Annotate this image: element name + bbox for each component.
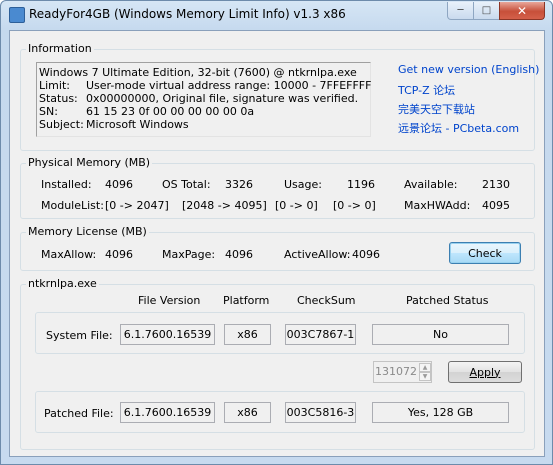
memory-license-label: Memory License (MB) [26, 225, 149, 238]
installed-label: Installed: [41, 178, 92, 191]
system-file-platform-field: x86 [224, 324, 271, 345]
system-file-label: System File: [46, 329, 113, 342]
minimize-button[interactable]: ─ [447, 2, 474, 20]
size-spinner-value: 131072 [375, 365, 417, 378]
patched-file-checksum-field: 003C5816-3 [285, 402, 356, 423]
patched-file-status-field: Yes, 128 GB [372, 402, 509, 423]
installed-value: 4096 [105, 178, 133, 191]
subject-value: Microsoft Windows [86, 118, 189, 131]
modulelist-range-2: [2048 -> 4095] [182, 199, 267, 212]
modulelist-range-4: [0 -> 0] [333, 199, 376, 212]
information-label: Information [26, 42, 94, 55]
activeallow-value: 4096 [352, 248, 380, 261]
pcbeta-link[interactable]: 远景论坛 - PCbeta.com [398, 120, 519, 136]
maxallow-value: 4096 [105, 248, 133, 261]
physical-memory-label: Physical Memory (MB) [26, 156, 153, 169]
close-button[interactable]: ✕ [499, 2, 545, 20]
apply-button[interactable]: Apply [448, 361, 522, 383]
system-file-version-field: 6.1.7600.16539 [120, 324, 215, 345]
limit-value: User-mode virtual address range: 10000 -… [86, 79, 372, 92]
information-box: Windows 7 Ultimate Edition, 32-bit (7600… [36, 62, 371, 137]
modulelist-range-1: [0 -> 2047] [105, 199, 169, 212]
check-button[interactable]: Check [449, 242, 521, 264]
title-bar[interactable]: ReadyFor4GB (Windows Memory Limit Info) … [1, 1, 552, 29]
window-title: ReadyFor4GB (Windows Memory Limit Info) … [29, 7, 346, 21]
download-site-link[interactable]: 完美天空下载站 [398, 101, 475, 117]
usage-value: 1196 [347, 178, 375, 191]
spin-down-arrow-icon[interactable]: ▼ [419, 372, 431, 381]
file-group-label: ntkrnlpa.exe [26, 277, 99, 290]
header-file-version: File Version [138, 294, 201, 307]
client-area: Information Windows 7 Ultimate Edition, … [9, 30, 545, 457]
get-new-version-link[interactable]: Get new version (English) [398, 63, 539, 76]
ostotal-label: OS Total: [162, 178, 211, 191]
maxallow-label: MaxAllow: [41, 248, 97, 261]
header-platform: Platform [223, 294, 270, 307]
sn-key: SN: [39, 105, 58, 118]
ostotal-value: 3326 [225, 178, 253, 191]
usage-label: Usage: [284, 178, 322, 191]
patched-file-platform-field: x86 [224, 402, 271, 423]
maxpage-value: 4096 [225, 248, 253, 261]
modulelist-range-3: [0 -> 0] [275, 199, 318, 212]
sn-value: 61 15 23 0f 00 00 00 00 00 0a [86, 105, 255, 118]
tcpz-forum-link[interactable]: TCP-Z 论坛 [398, 82, 455, 98]
header-checksum: CheckSum [297, 294, 356, 307]
maxhwadd-label: MaxHWAdd: [404, 199, 471, 212]
patched-file-label: Patched File: [44, 407, 114, 420]
activeallow-label: ActiveAllow: [284, 248, 351, 261]
status-key: Status: [39, 92, 78, 105]
maximize-button[interactable]: □ [473, 2, 500, 20]
status-value: 0x00000000, Original file, signature was… [86, 92, 359, 105]
maxpage-label: MaxPage: [162, 248, 216, 261]
system-file-status-field: No [372, 324, 509, 345]
spin-up-arrow-icon[interactable]: ▲ [419, 363, 431, 372]
app-icon [9, 7, 25, 23]
modulelist-label: ModuleList: [41, 199, 104, 212]
available-label: Available: [404, 178, 458, 191]
apply-button-label: Apply [469, 365, 501, 379]
header-patched-status: Patched Status [406, 294, 489, 307]
os-line: Windows 7 Ultimate Edition, 32-bit (7600… [39, 66, 357, 79]
size-spinner[interactable]: 131072 ▲ ▼ [373, 361, 432, 383]
available-value: 2130 [482, 178, 510, 191]
system-file-checksum-field: 003C7867-1 [285, 324, 356, 345]
maxhwadd-value: 4095 [482, 199, 510, 212]
app-window: ReadyFor4GB (Windows Memory Limit Info) … [0, 0, 553, 465]
limit-key: Limit: [39, 79, 70, 92]
subject-key: Subject: [39, 118, 84, 131]
patched-file-version-field: 6.1.7600.16539 [120, 402, 215, 423]
